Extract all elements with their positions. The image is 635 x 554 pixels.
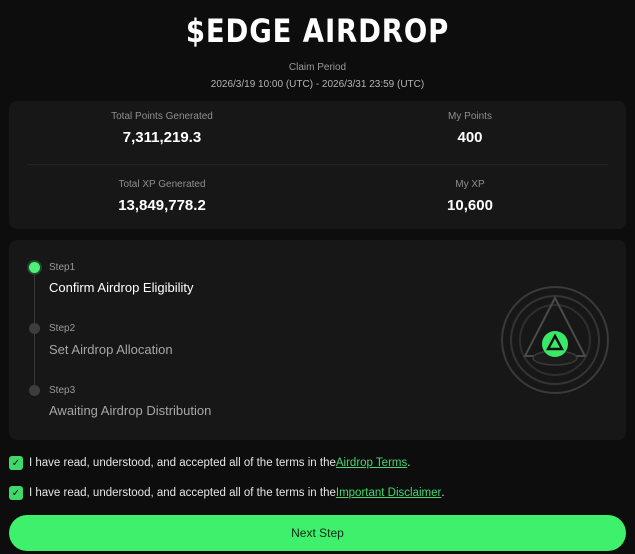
total-xp-stat: Total XP Generated 13,849,778.2 bbox=[32, 179, 292, 214]
airdrop-terms-checkbox[interactable]: ✓ bbox=[9, 456, 23, 470]
step-1-indicator bbox=[29, 262, 40, 273]
important-disclaimer-checkbox[interactable]: ✓ bbox=[9, 486, 23, 500]
total-xp-value: 13,849,778.2 bbox=[118, 197, 206, 214]
agreement-2-suffix: . bbox=[441, 487, 445, 499]
step-2-number: Step2 bbox=[49, 323, 76, 334]
my-xp-label: My XP bbox=[455, 179, 485, 190]
step-1-label: Confirm Airdrop Eligibility bbox=[49, 280, 194, 295]
step-2-indicator bbox=[29, 323, 40, 334]
important-disclaimer-link[interactable]: Important Disclaimer bbox=[336, 487, 441, 499]
my-xp-stat: My XP 10,600 bbox=[340, 179, 600, 214]
next-step-button[interactable]: Next Step bbox=[9, 515, 626, 551]
page-title: $EDGE AIRDROP bbox=[185, 12, 450, 50]
total-points-value: 7,311,219.3 bbox=[122, 129, 202, 146]
total-points-stat: Total Points Generated 7,311,219.3 bbox=[32, 111, 292, 146]
step-1-number: Step1 bbox=[49, 262, 76, 273]
agreement-1-text: I have read, understood, and accepted al… bbox=[29, 457, 336, 469]
my-points-stat: My Points 400 bbox=[340, 111, 600, 146]
agreement-airdrop-terms: ✓ I have read, understood, and accepted … bbox=[9, 455, 410, 471]
my-points-label: My Points bbox=[448, 111, 492, 122]
step-2-label: Set Airdrop Allocation bbox=[49, 342, 173, 357]
step-3-number: Step3 bbox=[49, 385, 76, 396]
total-xp-label: Total XP Generated bbox=[118, 179, 206, 190]
step-3-label: Awaiting Airdrop Distribution bbox=[49, 403, 212, 418]
steps-card: Step1 Confirm Airdrop Eligibility Step2 … bbox=[9, 240, 626, 440]
airdrop-emblem-icon bbox=[501, 286, 609, 394]
agreement-important-disclaimer: ✓ I have read, understood, and accepted … bbox=[9, 485, 445, 501]
agreement-2-text: I have read, understood, and accepted al… bbox=[29, 487, 336, 499]
my-points-value: 400 bbox=[457, 129, 483, 146]
airdrop-terms-link[interactable]: Airdrop Terms bbox=[336, 457, 407, 469]
total-points-label: Total Points Generated bbox=[111, 111, 213, 122]
stats-divider bbox=[27, 164, 608, 165]
claim-period-label: Claim Period bbox=[288, 62, 347, 73]
stats-card: Total Points Generated 7,311,219.3 My Po… bbox=[9, 101, 626, 229]
claim-period-dates: 2026/3/19 10:00 (UTC) - 2026/3/31 23:59 … bbox=[210, 79, 425, 90]
agreement-1-suffix: . bbox=[407, 457, 411, 469]
my-xp-value: 10,600 bbox=[447, 197, 493, 214]
step-3-indicator bbox=[29, 385, 40, 396]
